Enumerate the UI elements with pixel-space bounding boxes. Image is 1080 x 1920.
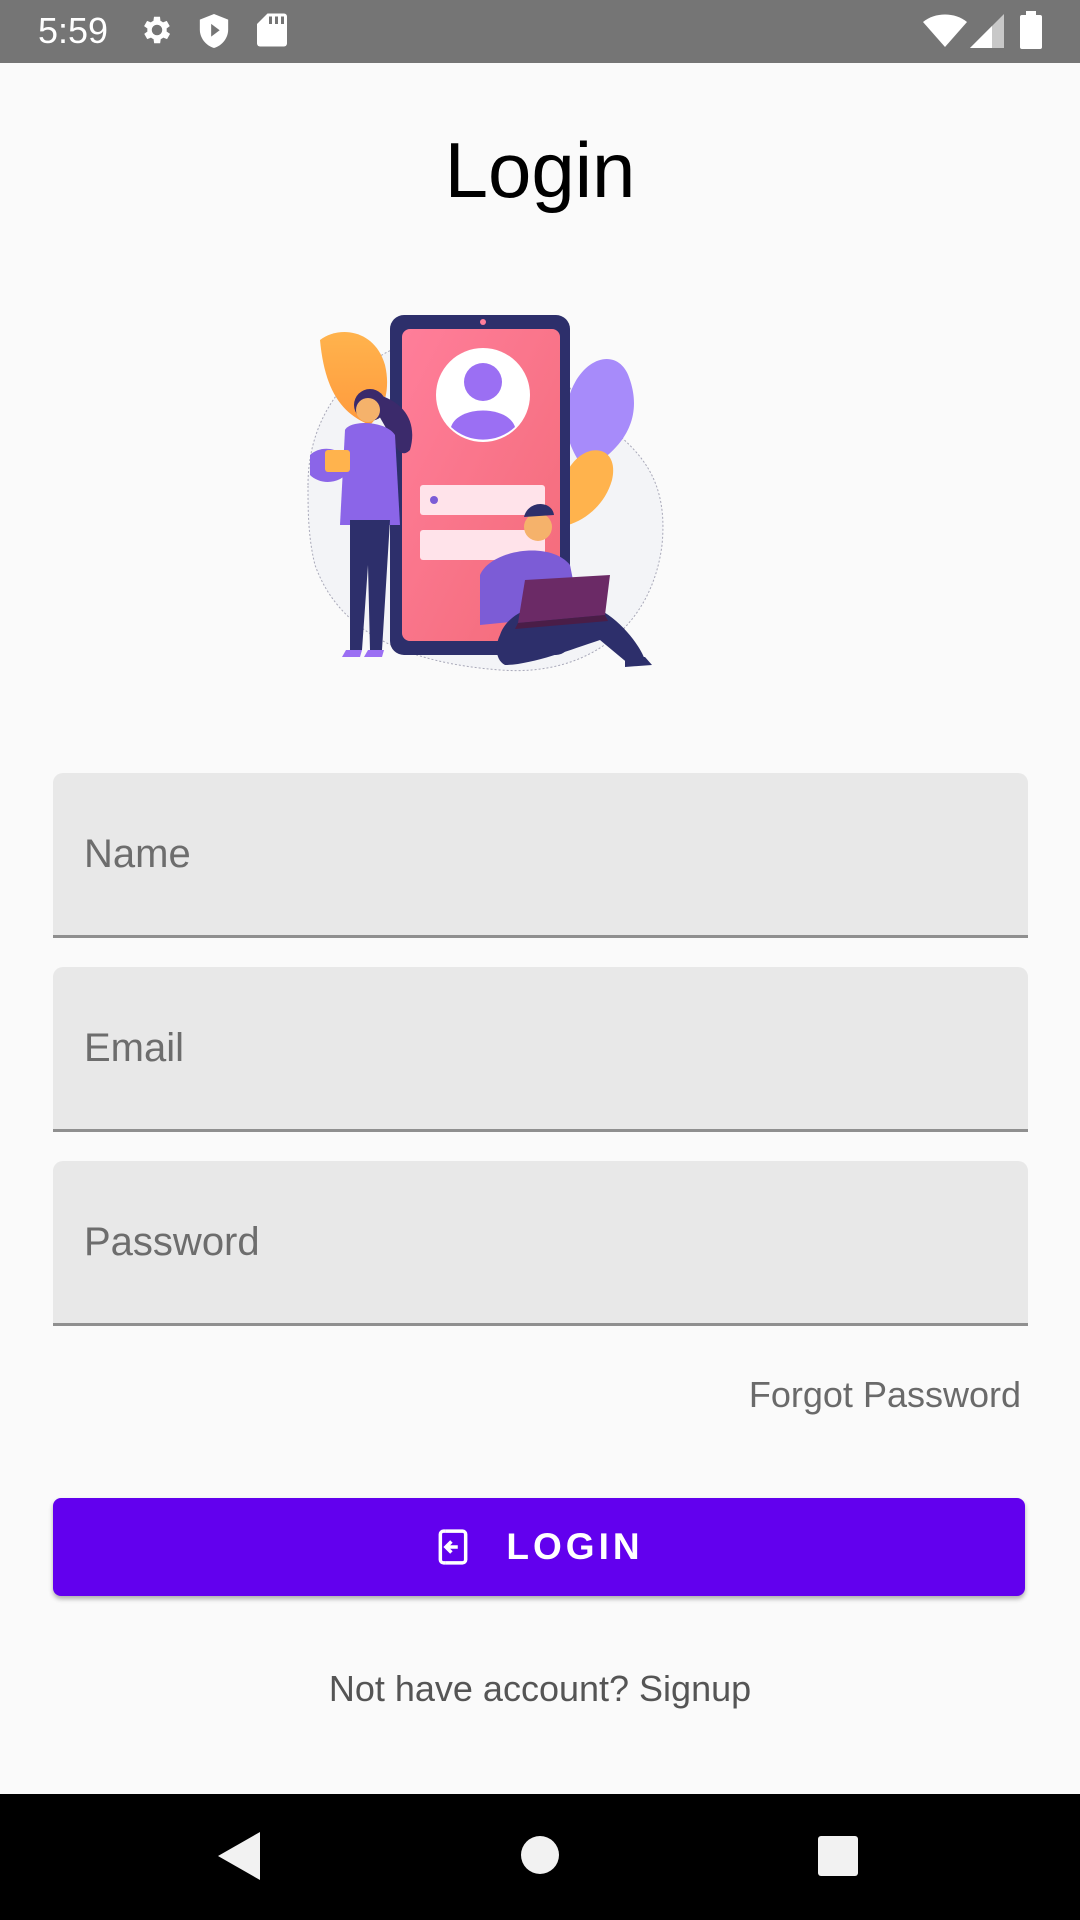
email-field[interactable] bbox=[53, 967, 1028, 1132]
signal-icon bbox=[970, 14, 1004, 48]
name-field[interactable] bbox=[53, 773, 1028, 938]
status-time: 5:59 bbox=[38, 10, 109, 51]
login-illustration bbox=[307, 315, 664, 672]
page-title: Login bbox=[444, 126, 636, 214]
signup-link[interactable]: Not have account? Signup bbox=[0, 1668, 1080, 1710]
password-field[interactable] bbox=[53, 1161, 1028, 1326]
email-input[interactable] bbox=[53, 967, 1028, 1129]
recents-icon[interactable] bbox=[818, 1836, 858, 1876]
gear-icon bbox=[144, 16, 171, 44]
shield-icon bbox=[199, 14, 229, 48]
navigation-bar bbox=[0, 1794, 1080, 1920]
forgot-password-link[interactable]: Forgot Password bbox=[749, 1374, 1021, 1416]
login-button[interactable]: LOGIN bbox=[53, 1498, 1025, 1596]
login-button-label: LOGIN bbox=[506, 1526, 644, 1567]
name-input[interactable] bbox=[53, 773, 1028, 935]
back-icon[interactable] bbox=[218, 1832, 260, 1880]
home-icon[interactable] bbox=[520, 1835, 560, 1875]
wifi-icon bbox=[923, 14, 967, 47]
password-input[interactable] bbox=[53, 1161, 1028, 1323]
status-bar: 5:59 bbox=[0, 0, 1080, 63]
battery-icon bbox=[1020, 11, 1042, 49]
sd-card-icon bbox=[257, 13, 287, 47]
login-icon bbox=[438, 1529, 468, 1565]
